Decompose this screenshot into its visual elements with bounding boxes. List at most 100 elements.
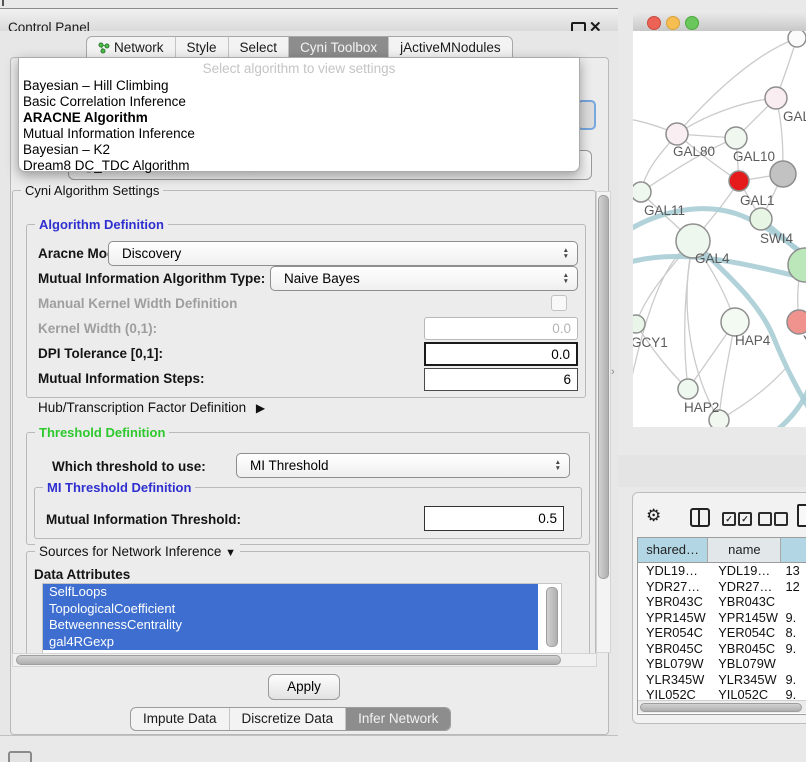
close-window-icon[interactable] (647, 16, 661, 30)
network-window-titlebar[interactable] (633, 13, 806, 32)
algorithm-option-bayesian-hill-climbing[interactable]: Bayesian – Hill Climbing (19, 78, 579, 94)
zoom-window-icon[interactable] (685, 16, 699, 30)
column-layout-icon[interactable] (690, 508, 710, 527)
algorithm-option-dream8-dc-tdc-algorithm[interactable]: Dream8 DC_TDC Algorithm (19, 158, 579, 174)
mi-threshold-field[interactable]: 0.5 (424, 506, 564, 531)
algorithm-option-mutual-information-inference[interactable]: Mutual Information Inference (19, 126, 579, 142)
mi-threshold-group-title: MI Threshold Definition (43, 480, 195, 495)
node-gal1[interactable] (729, 171, 749, 191)
mi-steps-field[interactable]: 6 (424, 368, 578, 391)
column-header-hidden[interactable] (781, 538, 806, 562)
page-icon[interactable] (797, 504, 806, 527)
table-cell: YBR045C (638, 641, 708, 657)
table-row[interactable]: YBL079WYBL079W (638, 656, 806, 672)
tab-network[interactable]: Network (87, 37, 175, 59)
kernel-width-field[interactable]: 0.0 (424, 317, 578, 340)
algorithm-option-bayesian-k2[interactable]: Bayesian – K2 (19, 142, 579, 158)
node-gal11[interactable] (633, 182, 651, 202)
table-scroll-thumb[interactable] (640, 703, 802, 712)
column-header-shared[interactable]: shared… (638, 538, 708, 562)
node-gal80[interactable] (666, 123, 688, 145)
table-horizontal-scrollbar[interactable] (638, 700, 806, 713)
vertical-scroll-thumb[interactable] (598, 195, 609, 579)
node-label: HAP2 (684, 400, 719, 415)
table-panel-titlebar: Table Panel (618, 455, 806, 487)
node-label: GCY1 (633, 335, 668, 350)
tab-style[interactable]: Style (175, 37, 228, 59)
attribute-gal4rgexp[interactable]: gal4RGexp (43, 634, 538, 651)
sources-group-title: Sources for Network Inference ▼ (35, 544, 240, 559)
table-cell: YDR27… (708, 579, 781, 595)
settings-horizontal-scrollbar[interactable] (12, 653, 597, 667)
node-unlabeled[interactable] (788, 31, 806, 47)
table-cell: YLR345W (638, 672, 708, 688)
attribute-betweennesscentrality[interactable]: BetweennessCentrality (43, 617, 538, 634)
chevron-right-icon: ▶ (256, 401, 265, 415)
node-label: GAL4 (695, 251, 730, 266)
table-row[interactable]: YER054CYER054C8. (638, 625, 806, 641)
table-row[interactable]: YDL19…YDL19…13 (638, 563, 806, 579)
dpi-tolerance-field[interactable]: 0.0 (424, 342, 578, 366)
apply-button[interactable]: Apply (268, 674, 340, 700)
tab-infer-network[interactable]: Infer Network (345, 708, 450, 730)
mi-algorithm-type-combo[interactable]: Naive Bayes ▲▼ (270, 266, 578, 291)
list-scroll-thumb[interactable] (546, 587, 558, 647)
select-all-check-icon[interactable]: ✓ (722, 512, 736, 526)
hub-section-toggle[interactable]: Hub/Transcription Factor Definition ▶ (38, 400, 265, 415)
aracne-mode-combo[interactable]: Discovery ▲▼ (108, 241, 578, 266)
node-label: GAL10 (733, 149, 775, 164)
tab-jactivemnodules[interactable]: jActiveMNodules (388, 37, 512, 59)
attribute-selfloops[interactable]: SelfLoops (43, 584, 538, 601)
algorithm-option-basic-correlation-inference[interactable]: Basic Correlation Inference (19, 94, 579, 110)
node-gal10[interactable] (725, 127, 747, 149)
tab-discretize-data[interactable]: Discretize Data (229, 708, 346, 730)
panel-splitter-arrow[interactable]: › (611, 366, 615, 378)
mi-algorithm-type-label: Mutual Information Algorithm Type: (38, 271, 265, 286)
table-row[interactable]: YDR27…YDR27…12 (638, 579, 806, 595)
network-canvas[interactable]: GAL2GAL80GAL10GAL1GAL11SWI4GAL4HAP4YGCY1… (633, 31, 806, 427)
node-label: GAL80 (673, 144, 715, 159)
table-cell: 9. (781, 610, 806, 626)
node-y[interactable] (787, 310, 806, 334)
column-divider (698, 510, 700, 525)
which-threshold-combo[interactable]: MI Threshold ▲▼ (236, 453, 570, 478)
deselect-all-box-icon[interactable] (758, 512, 772, 526)
algorithm-option-aracne-algorithm[interactable]: ARACNE Algorithm (19, 110, 579, 126)
chevron-down-icon[interactable]: ▼ (225, 547, 236, 559)
deselect-all-box-icon[interactable] (774, 512, 788, 526)
node-unlabeled[interactable] (770, 161, 796, 187)
table-row[interactable]: YLR345WYLR345W9. (638, 672, 806, 688)
select-all-check-icon[interactable]: ✓ (738, 512, 752, 526)
attribute-topologicalcoefficient[interactable]: TopologicalCoefficient (43, 601, 538, 618)
network-graph[interactable]: GAL2GAL80GAL10GAL1GAL11SWI4GAL4HAP4YGCY1… (633, 31, 806, 427)
table-cell: YBR043C (638, 594, 708, 610)
data-attributes-list[interactable]: SelfLoopsTopologicalCoefficientBetweenne… (42, 583, 562, 654)
horizontal-scroll-thumb[interactable] (16, 655, 561, 665)
mi-steps-label: Mutual Information Steps: (38, 371, 205, 386)
collapsed-panel-icon[interactable] (8, 751, 32, 762)
tab-impute-data[interactable]: Impute Data (131, 708, 229, 730)
control-panel-titlebar: Control Panel ✕ (0, 8, 618, 32)
table-cell: 13 (781, 563, 806, 579)
table-settings-gear-icon[interactable]: ⚙ (646, 506, 661, 526)
node-hap2[interactable] (678, 379, 698, 399)
node-swi4[interactable] (750, 208, 772, 230)
node-gcy1[interactable] (633, 315, 645, 333)
dropdown-placeholder: Select algorithm to view settings (19, 58, 579, 78)
settings-vertical-scrollbar[interactable] (596, 191, 611, 653)
node-gal2[interactable] (765, 87, 787, 109)
table-cell: 9. (781, 641, 806, 657)
tab-label: Network (114, 37, 164, 59)
table-row[interactable]: YBR043CYBR043C (638, 594, 806, 610)
spinner-arrows-icon: ▲▼ (555, 460, 569, 471)
node-hap4[interactable] (721, 308, 749, 336)
manual-kernel-checkbox[interactable] (551, 295, 567, 311)
tab-select[interactable]: Select (228, 37, 289, 59)
tab-cyni-toolbox[interactable]: Cyni Toolbox (288, 37, 388, 59)
table-row[interactable]: YBR045CYBR045C9. (638, 641, 806, 657)
node-table[interactable]: shared…name YDL19…YDL19…13YDR27…YDR27…12… (637, 537, 806, 715)
table-row[interactable]: YPR145WYPR145W9. (638, 610, 806, 626)
table-cell: YPR145W (638, 610, 708, 626)
minimize-window-icon[interactable] (666, 16, 680, 30)
column-header-name[interactable]: name (708, 538, 781, 562)
